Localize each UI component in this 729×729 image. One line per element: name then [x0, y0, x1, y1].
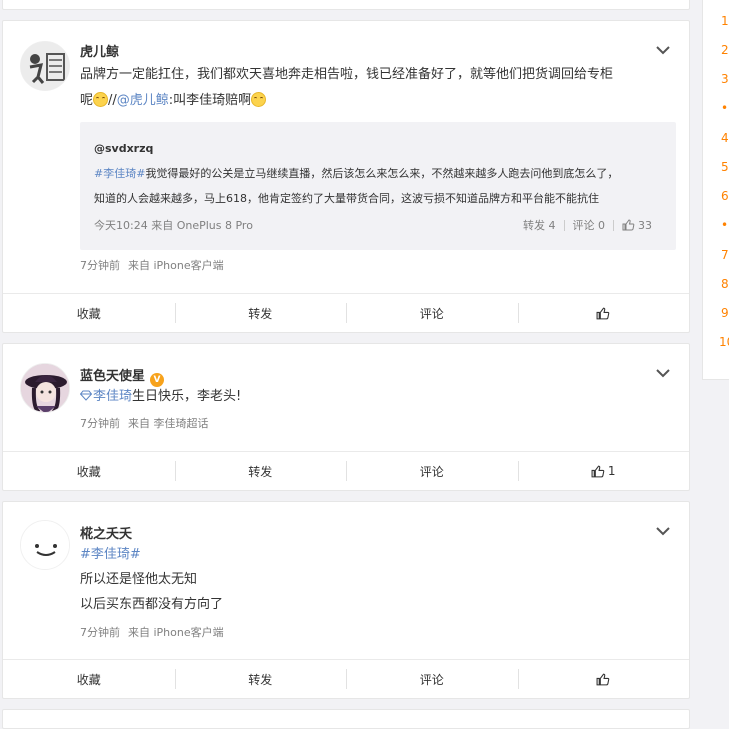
repost-text: #李佳琦#我觉得最好的公关是立马继续直播，然后该怎么来怎么来，不然越来越多人跑去…	[94, 161, 662, 211]
post-meta: 7分钟前 来自 iPhone客户端	[80, 257, 232, 273]
action-bar: 收藏 转发 评论	[3, 293, 689, 332]
post-meta: 7分钟前 来自 李佳琦超话	[80, 415, 217, 431]
repost-button[interactable]: 转发	[174, 452, 347, 490]
repost-separator: //	[108, 93, 117, 108]
divider	[563, 219, 565, 231]
comment-button[interactable]: 评论	[346, 660, 518, 698]
hashtag-link[interactable]: #李佳琦#	[94, 167, 145, 180]
post-source: 来自 iPhone客户端	[128, 626, 224, 639]
like-button[interactable]	[517, 660, 690, 698]
post-text-line: 呢 //@虎儿鲸:叫李佳琦赔啊	[80, 88, 667, 114]
feed-card: 椛之夭夭 #李佳琦# 所以还是怪他太无知 以后买东西都没有方向了 7分钟前 来自 …	[2, 501, 690, 699]
mention-link[interactable]: @虎儿鲸	[117, 93, 169, 108]
thumbs-up-icon[interactable]	[622, 219, 635, 231]
post-text-fragment: 生日快乐，李老头!	[132, 389, 242, 404]
like-button[interactable]: 1	[517, 452, 690, 490]
next-post-card	[2, 709, 690, 729]
user-avatar-icon	[21, 42, 69, 90]
user-avatar-icon	[21, 364, 69, 412]
post-time[interactable]: 7分钟前	[80, 417, 120, 430]
comment-count[interactable]: 评论 0	[573, 217, 606, 233]
post-text-fragment: :叫李佳琦赔啊	[168, 93, 252, 108]
rank-number[interactable]: 6	[721, 189, 729, 203]
username[interactable]: 虎儿鲸	[80, 41, 119, 60]
previous-post-card	[2, 0, 690, 10]
repost-text-fragment: 我觉得最好的公关是立马继续直播，然后该怎么来怎么来，不然越来越多人跑去问他到底怎…	[145, 167, 619, 180]
post-text: 品牌方一定能扛住，我们都欢天喜地奔走相告啦，钱已经准备好了，就等他们把货调回给专…	[80, 62, 667, 114]
repost-meta: 今天10:24 来自 OnePlus 8 Pro	[94, 219, 253, 232]
avatar[interactable]	[20, 363, 70, 413]
rank-number[interactable]: 3	[721, 72, 729, 86]
collect-button[interactable]: 收藏	[3, 452, 175, 490]
post-text-line: 以后买东西都没有方向了	[80, 597, 224, 612]
chevron-down-icon[interactable]	[655, 526, 671, 536]
super-topic-link[interactable]: 李佳琦	[79, 389, 133, 404]
rank-dot: •	[721, 218, 729, 232]
post-meta: 7分钟前 来自 iPhone客户端	[80, 624, 232, 640]
post-source: 来自 iPhone客户端	[128, 259, 224, 272]
smile-emoji-icon	[251, 92, 267, 107]
repost-stats: 转发 4 评论 0 33	[523, 217, 652, 233]
action-bar: 收藏 转发 评论	[3, 659, 689, 698]
thumbs-up-icon	[596, 673, 610, 685]
like-count: 1	[607, 464, 616, 478]
repost-button[interactable]: 转发	[174, 660, 347, 698]
username[interactable]: 蓝色天使星	[80, 369, 145, 384]
hashtag-link[interactable]: #李佳琦#	[80, 542, 667, 567]
rank-number[interactable]: 4	[721, 131, 729, 145]
reposted-content[interactable]: @svdxrzq #李佳琦#我觉得最好的公关是立马继续直播，然后该怎么来怎么来，…	[80, 122, 676, 250]
hot-search-sidebar: 1 2 3 • 4 5 6 • 7 8 9 10	[702, 0, 729, 380]
repost-author[interactable]: @svdxrzq	[94, 142, 153, 155]
avatar[interactable]	[20, 520, 70, 570]
smile-emoji-icon	[93, 92, 109, 107]
post-text-line: 品牌方一定能扛住，我们都欢天喜地奔走相告啦，钱已经准备好了，就等他们把货调回给专…	[80, 67, 614, 82]
feed-card: 虎儿鲸 品牌方一定能扛住，我们都欢天喜地奔走相告啦，钱已经准备好了，就等他们把货…	[2, 20, 690, 333]
post-text: 李佳琦生日快乐，李老头!	[79, 384, 667, 410]
rank-number[interactable]: 9	[721, 306, 729, 320]
collect-button[interactable]: 收藏	[3, 660, 175, 698]
rank-number[interactable]: 5	[721, 160, 729, 174]
post-time[interactable]: 7分钟前	[80, 259, 120, 272]
username[interactable]: 椛之夭夭	[80, 523, 132, 542]
thumbs-up-icon	[591, 465, 605, 477]
super-topic-diamond-icon	[79, 390, 93, 401]
comment-button[interactable]: 评论	[346, 452, 518, 490]
post-text-fragment: 呢	[80, 93, 94, 108]
repost-text-line: 知道的人会越来越多，马上618，他肯定签约了大量带货合同，这波亏损不知道品牌方和…	[94, 192, 599, 205]
repost-text-line: #李佳琦#我觉得最好的公关是立马继续直播，然后该怎么来怎么来，不然越来越多人跑去…	[94, 161, 662, 186]
like-button[interactable]	[517, 294, 690, 332]
rank-dot: •	[721, 101, 729, 115]
feed-card: 蓝色天使星 V 李佳琦生日快乐，李老头! 7分钟前 来自 李佳琦超话 收藏 转发 评…	[2, 343, 690, 491]
post-time[interactable]: 7分钟前	[80, 626, 120, 639]
action-bar: 收藏 转发 评论 1	[3, 451, 689, 490]
post-text: #李佳琦# 所以还是怪他太无知 以后买东西都没有方向了	[80, 542, 667, 617]
rank-number[interactable]: 7	[721, 248, 729, 262]
rank-number[interactable]: 2	[721, 43, 729, 57]
collect-button[interactable]: 收藏	[3, 294, 175, 332]
rank-number[interactable]: 10	[719, 335, 729, 349]
thumbs-up-icon	[596, 307, 610, 319]
comment-button[interactable]: 评论	[346, 294, 518, 332]
super-topic-label: 李佳琦	[93, 389, 133, 404]
post-text-line: 所以还是怪他太无知	[80, 572, 198, 587]
like-count[interactable]: 33	[638, 219, 652, 232]
post-source[interactable]: 来自 李佳琦超话	[128, 417, 209, 430]
rank-number[interactable]: 1	[721, 14, 729, 28]
divider	[613, 219, 614, 231]
user-avatar-icon	[21, 521, 69, 569]
avatar[interactable]	[20, 41, 70, 91]
chevron-down-icon[interactable]	[655, 368, 671, 378]
chevron-down-icon[interactable]	[655, 45, 671, 55]
repost-count[interactable]: 转发 4	[523, 217, 556, 233]
repost-button[interactable]: 转发	[174, 294, 347, 332]
rank-number[interactable]: 8	[721, 277, 729, 291]
